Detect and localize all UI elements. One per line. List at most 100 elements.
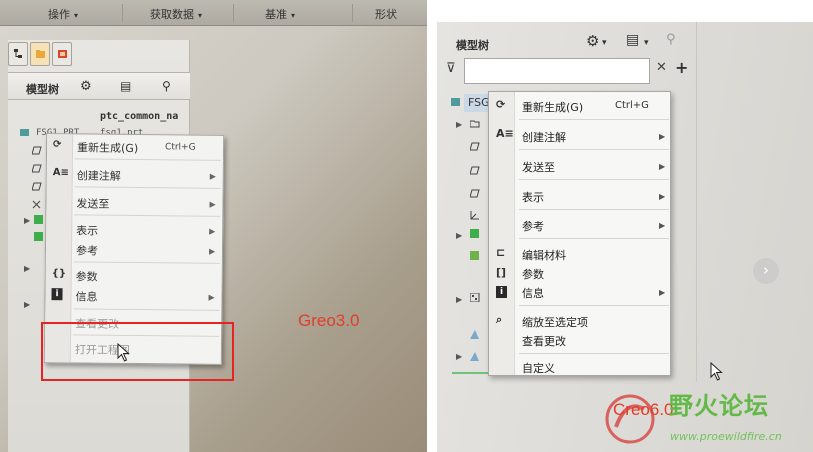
mouse-cursor-icon — [710, 362, 723, 381]
menu-item-representation[interactable]: 表示 — [76, 222, 98, 238]
expand-icon[interactable]: ▶ — [456, 295, 462, 304]
expand-icon[interactable]: ▶ — [456, 231, 462, 240]
watermark-url: www.proewildfire.cn — [670, 430, 782, 443]
menu-item-parameters[interactable]: 参数 — [76, 268, 98, 284]
model-tree-title: 模型树 — [456, 39, 489, 52]
model-tree-header: 模型树 ⚙ ▤ ⚲ — [8, 72, 190, 100]
settings-icon[interactable]: ⚙ — [80, 79, 92, 94]
expand-icon[interactable]: ▶ — [24, 216, 30, 225]
feature-icon — [470, 352, 479, 361]
part-icon — [20, 129, 29, 136]
submenu-arrow-icon: ▶ — [209, 226, 216, 236]
ribbon-menubar: 操作 ▾ 获取数据 ▾ 基准 ▾ 形状 — [0, 0, 427, 26]
tree-icon — [14, 49, 22, 58]
filter-icon[interactable]: ⊽ — [446, 61, 456, 76]
info-icon: i — [51, 288, 63, 301]
menu-item-create-annotation[interactable]: 创建注解 — [522, 129, 566, 145]
menu-separator — [519, 209, 669, 210]
menu-item-regenerate[interactable]: 重新生成(G) — [522, 99, 583, 115]
feature-icon — [470, 251, 479, 260]
menu-separator — [73, 261, 220, 264]
submenu-arrow-icon: ▶ — [208, 246, 216, 256]
chevron-down-icon[interactable]: ▾ — [644, 38, 649, 48]
menu-item-references[interactable]: 参考 — [522, 218, 544, 234]
menu-operations[interactable]: 操作 ▾ — [48, 6, 78, 22]
settings-icon[interactable]: ⚙ — [586, 32, 599, 50]
pattern-icon — [470, 293, 480, 302]
menu-separator — [519, 119, 669, 120]
columns-icon[interactable]: ⚲ — [666, 32, 676, 47]
chevron-down-icon[interactable]: ▾ — [602, 38, 607, 48]
menu-item-edit-material[interactable]: 编辑材料 — [522, 247, 566, 263]
submenu-arrow-icon: ▶ — [659, 162, 666, 171]
model-tree-title: 模型树 — [26, 83, 59, 96]
plane-icon — [32, 164, 42, 173]
tab-model-tree[interactable] — [8, 42, 28, 66]
next-arrow-button[interactable]: › — [753, 258, 779, 284]
submenu-arrow-icon: ▶ — [209, 199, 216, 209]
folder-icon — [36, 50, 45, 58]
regenerate-icon: ⟳ — [53, 139, 62, 151]
menubar-divider — [352, 4, 353, 22]
menu-item-zoom-to-selected[interactable]: 缩放至选定项 — [522, 314, 588, 330]
watermark-title: 野火论坛 — [669, 392, 769, 420]
columns-icon[interactable]: ⚲ — [162, 79, 171, 93]
regenerate-icon: ⟳ — [496, 98, 506, 111]
expand-icon[interactable]: ▶ — [24, 300, 30, 309]
pane-edge — [696, 22, 697, 382]
submenu-arrow-icon: ▶ — [659, 288, 666, 297]
close-icon[interactable]: ✕ — [656, 60, 667, 75]
regenerate-shortcut: Ctrl+G — [165, 142, 196, 153]
csys-icon — [470, 211, 479, 220]
plane-icon — [470, 142, 480, 151]
parameters-icon: {} — [51, 268, 67, 280]
menu-shapes[interactable]: 形状 — [375, 6, 397, 22]
show-icon[interactable]: ▤ — [626, 32, 639, 48]
menu-item-regenerate[interactable]: 重新生成(G) — [77, 139, 138, 156]
feature-icon — [470, 330, 479, 339]
menu-item-representation[interactable]: 表示 — [522, 189, 544, 205]
menu-separator — [73, 308, 220, 311]
plane-icon — [470, 189, 480, 198]
menu-item-customize[interactable]: 自定义 — [522, 360, 555, 376]
menu-item-send-to[interactable]: 发送至 — [76, 195, 109, 211]
expand-icon[interactable]: ▶ — [456, 352, 462, 361]
menu-item-send-to[interactable]: 发送至 — [522, 159, 555, 175]
menubar-divider — [233, 4, 234, 22]
expand-icon[interactable]: ▶ — [456, 120, 462, 129]
show-icon[interactable]: ▤ — [120, 79, 131, 93]
tab-favorites[interactable] — [52, 42, 72, 66]
annotation-icon: A≡ — [52, 167, 69, 179]
submenu-arrow-icon: ▶ — [659, 221, 666, 230]
menu-datum[interactable]: 基准 ▾ — [265, 6, 295, 22]
menu-separator — [519, 179, 669, 180]
zoom-to-selected-icon: ⌕ — [496, 313, 503, 326]
menu-item-references[interactable]: 参考 — [76, 242, 98, 258]
menu-item-create-annotation[interactable]: 创建注解 — [77, 167, 121, 183]
search-input[interactable] — [464, 58, 650, 84]
plane-icon — [32, 146, 42, 155]
expand-icon[interactable]: ▶ — [24, 264, 30, 273]
menu-item-view-changes[interactable]: 查看更改 — [522, 333, 566, 349]
submenu-arrow-icon: ▶ — [659, 132, 666, 141]
menu-get-data[interactable]: 获取数据 ▾ — [150, 6, 202, 22]
feature-icon — [34, 215, 43, 224]
menu-separator — [519, 305, 669, 306]
creo6-panel: 模型树 ⚙ ▾ ▤ ▾ ⚲ ⊽ ✕ + FSG ▶ ▶ ▶ ▶ ⟳ 重新生成(G… — [434, 0, 813, 452]
tree-root-label[interactable]: FSG — [468, 96, 490, 109]
menu-item-parameters[interactable]: 参数 — [522, 266, 544, 282]
menu-item-info[interactable]: 信息 — [522, 285, 544, 301]
tab-folder-browser[interactable] — [30, 42, 50, 66]
menu-separator — [74, 186, 221, 189]
plane-icon — [32, 182, 42, 191]
csys-icon — [32, 200, 41, 209]
menu-separator — [519, 149, 669, 150]
part-icon — [451, 98, 460, 106]
menu-separator — [74, 214, 221, 217]
creo3-panel: 操作 ▾ 获取数据 ▾ 基准 ▾ 形状 模型树 ⚙ ▤ ⚲ ptc_common_na… — [0, 0, 427, 452]
menu-item-info[interactable]: 信息 — [75, 288, 97, 304]
plus-icon[interactable]: + — [675, 58, 688, 77]
regenerate-shortcut: Ctrl+G — [615, 100, 649, 111]
highlight-box — [41, 322, 234, 381]
parameters-icon: [] — [496, 266, 507, 279]
